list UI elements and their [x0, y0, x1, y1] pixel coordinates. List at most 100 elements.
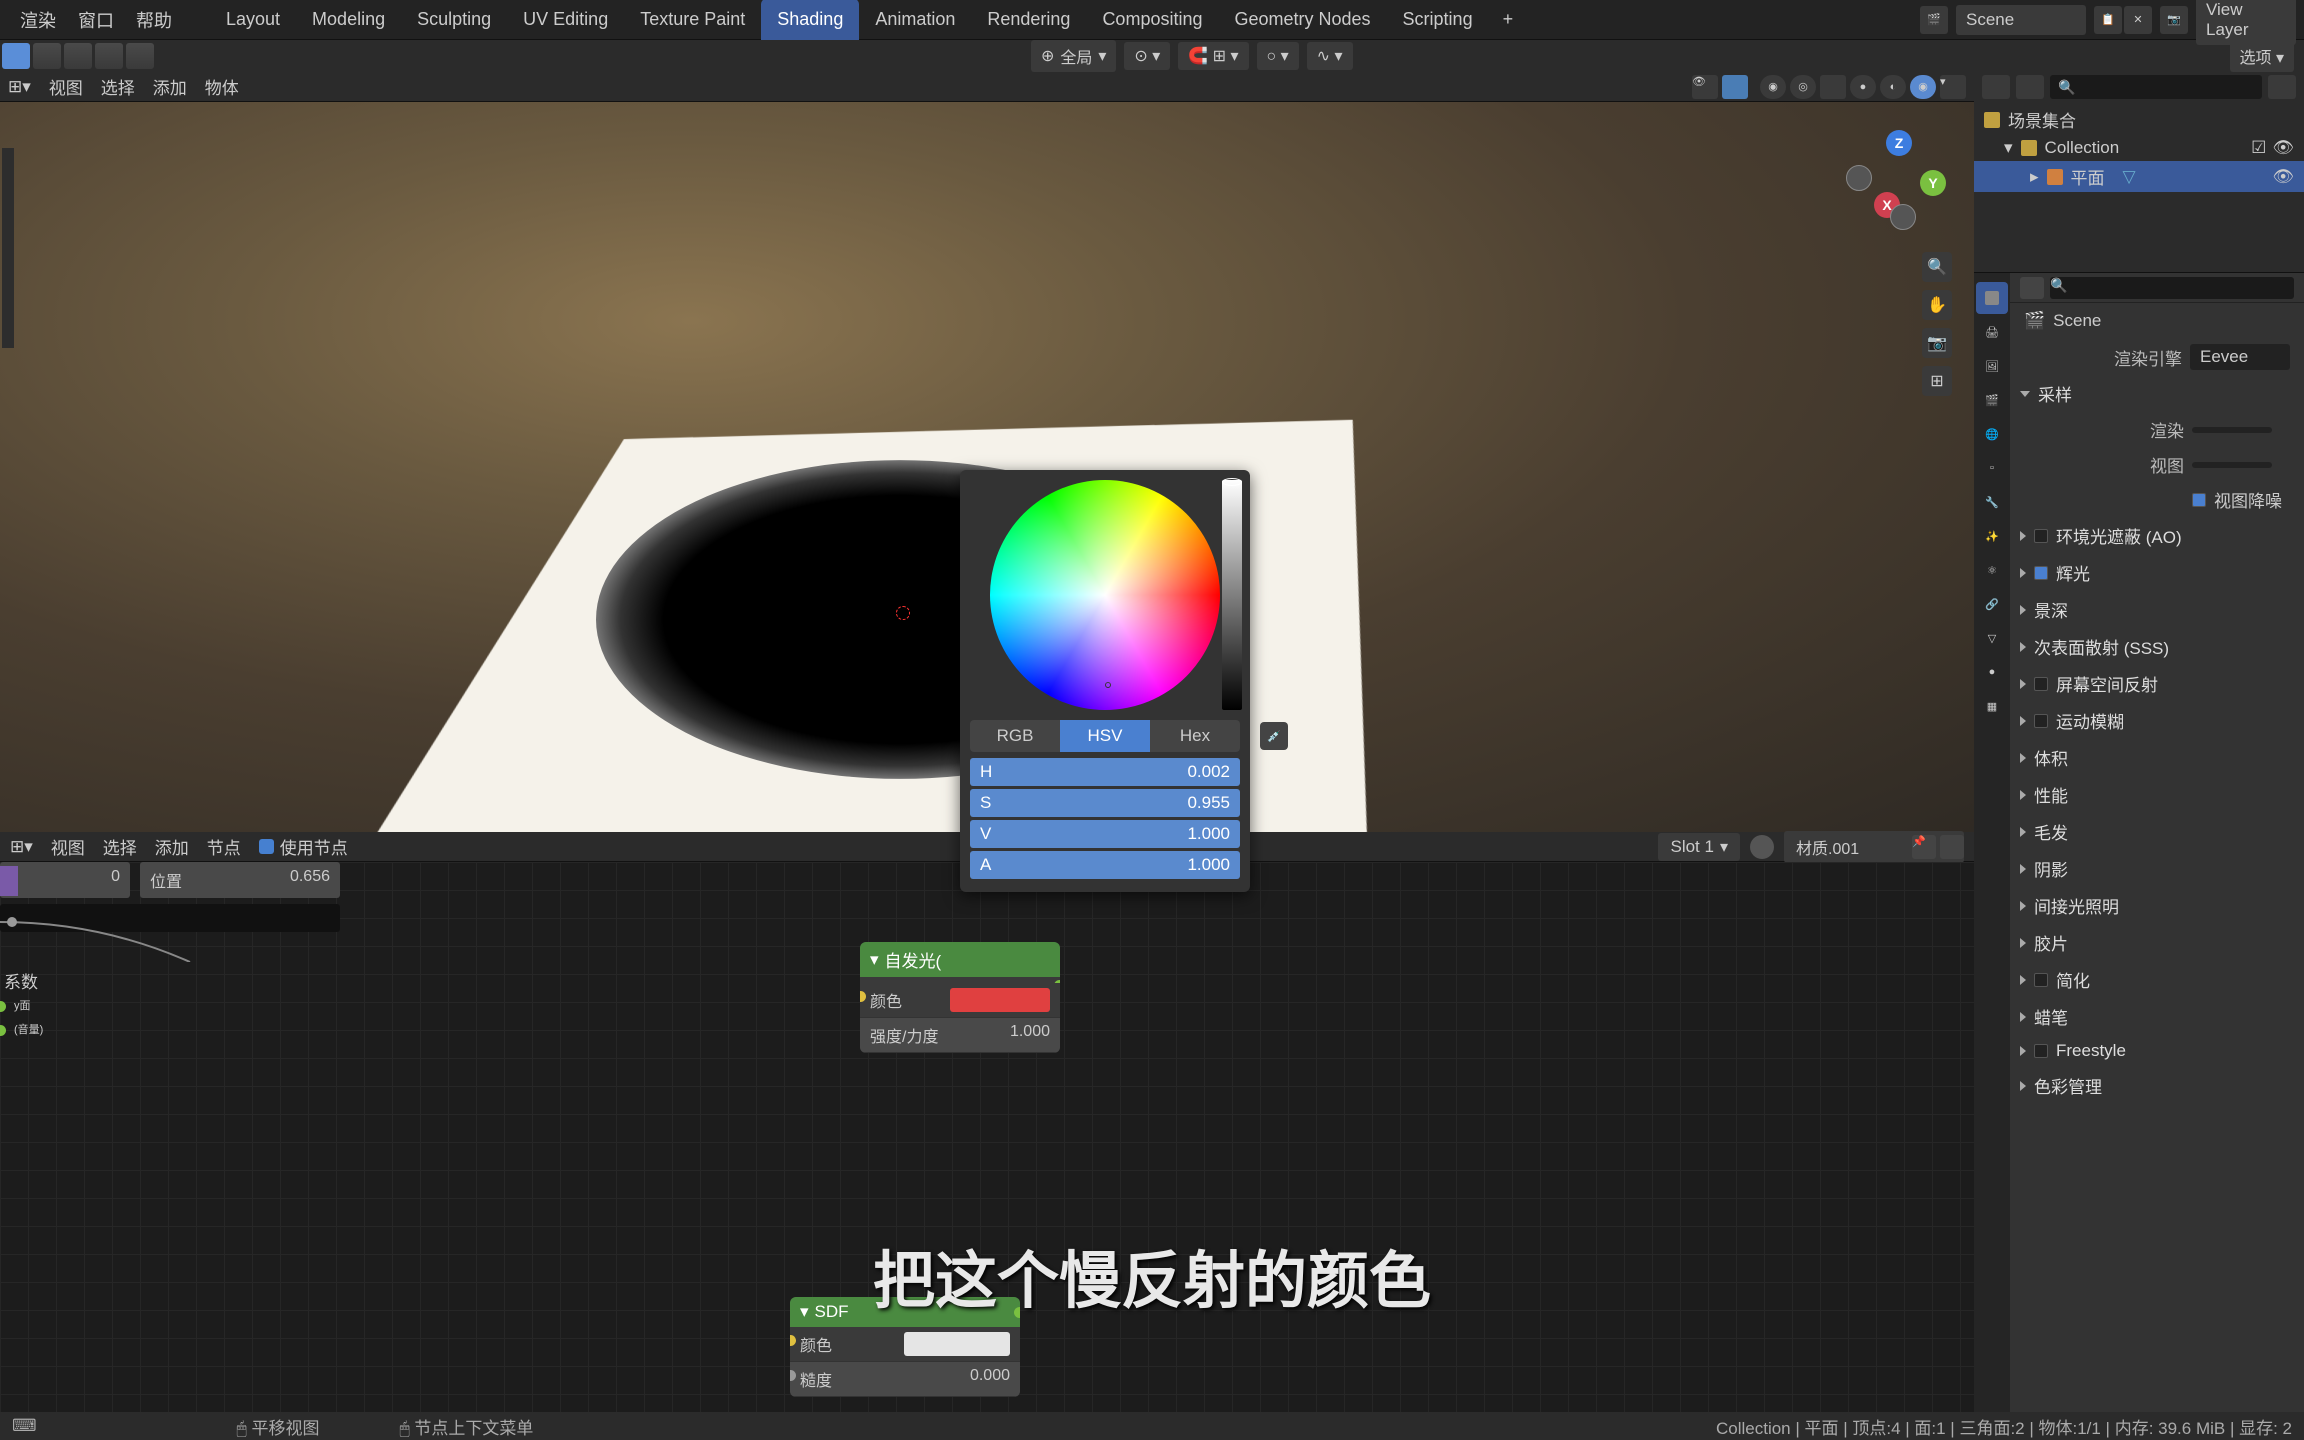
collection-exclude-checkbox[interactable]: ☑: [2251, 138, 2266, 158]
alpha-field[interactable]: A1.000: [970, 851, 1240, 879]
axis-z-icon[interactable]: Z: [1886, 130, 1912, 156]
outliner-display-mode[interactable]: [2016, 75, 2044, 99]
scene-icon[interactable]: 🎬: [1920, 6, 1948, 34]
outliner-filter-icon[interactable]: [2268, 75, 2296, 99]
roughness-value[interactable]: 0.000: [970, 1367, 1010, 1391]
navigation-gizmo[interactable]: Z Y X: [1846, 130, 1946, 230]
options-dropdown[interactable]: 选项 ▾: [2230, 40, 2295, 72]
gizmo-toggle-icon[interactable]: [1722, 75, 1748, 99]
color-wheel[interactable]: [990, 480, 1220, 710]
tab-modeling[interactable]: Modeling: [296, 0, 401, 40]
overlays-icon[interactable]: ◉: [1760, 75, 1786, 99]
props-editor-selector[interactable]: [2020, 277, 2044, 299]
orientation-dropdown[interactable]: ⊕ 全局 ▾: [1031, 40, 1116, 72]
ssr-header[interactable]: 屏幕空间反射: [2010, 665, 2304, 702]
vp-menu-select[interactable]: 选择: [101, 74, 135, 99]
pin-icon[interactable]: 📌: [1912, 835, 1936, 859]
perspective-icon[interactable]: ⊞: [1922, 366, 1952, 396]
ne-menu-select[interactable]: 选择: [103, 834, 137, 859]
tab-layout[interactable]: Layout: [210, 0, 296, 40]
tab-sculpting[interactable]: Sculpting: [401, 0, 507, 40]
shading-render-icon[interactable]: ◉: [1910, 75, 1936, 99]
indirect-header[interactable]: 间接光照明: [2010, 887, 2304, 924]
tab-compositing[interactable]: Compositing: [1086, 0, 1218, 40]
shading-dropdown-icon[interactable]: ▾: [1940, 75, 1966, 99]
axis-neg-y-icon[interactable]: [1846, 165, 1872, 191]
material-slot-dropdown[interactable]: Slot 1 ▾: [1658, 833, 1740, 861]
tab-hsv[interactable]: HSV: [1060, 720, 1150, 752]
shading-material-icon[interactable]: ◐: [1880, 75, 1906, 99]
scene-name-field[interactable]: Scene: [1956, 5, 2086, 35]
add-workspace-button[interactable]: +: [1489, 0, 1528, 40]
toolbar-handle[interactable]: [2, 148, 14, 348]
tab-constraint-icon[interactable]: 🔗: [1976, 588, 2008, 620]
ao-header[interactable]: 环境光遮蔽 (AO): [2010, 517, 2304, 554]
ne-menu-add[interactable]: 添加: [155, 834, 189, 859]
viewlayer-icon[interactable]: 📷: [2160, 6, 2188, 34]
tab-shading[interactable]: Shading: [761, 0, 859, 40]
vp-editor-selector-icon[interactable]: ⊞▾: [8, 77, 31, 97]
ne-menu-node[interactable]: 节点: [207, 834, 241, 859]
menu-window[interactable]: 窗口: [78, 7, 114, 33]
saturation-field[interactable]: S0.955: [970, 789, 1240, 817]
motion-header[interactable]: 运动模糊: [2010, 702, 2304, 739]
outliner-search-input[interactable]: 🔍: [2050, 75, 2262, 99]
viewport-denoise-checkbox[interactable]: [2192, 493, 2206, 507]
mode-move-icon[interactable]: [64, 43, 92, 69]
sss-header[interactable]: 次表面散射 (SSS): [2010, 628, 2304, 665]
socket-surface-in[interactable]: [0, 1001, 6, 1012]
dof-header[interactable]: 景深: [2010, 591, 2304, 628]
socket-volume-in[interactable]: [0, 1025, 6, 1036]
tab-geometry-nodes[interactable]: Geometry Nodes: [1218, 0, 1386, 40]
mode-cursor-icon[interactable]: [33, 43, 61, 69]
snap-dropdown[interactable]: 🧲 ⊞ ▾: [1178, 42, 1248, 70]
tab-scripting[interactable]: Scripting: [1387, 0, 1489, 40]
emission-node-header[interactable]: ▾ 自发光(: [860, 942, 1060, 977]
mode-select-icon[interactable]: [2, 43, 30, 69]
color-output-node-fragment[interactable]: [0, 866, 18, 896]
viewport-samples-field[interactable]: [2192, 462, 2272, 468]
scene-new-button[interactable]: 📋: [2094, 6, 2122, 34]
value-field[interactable]: V1.000: [970, 820, 1240, 848]
tab-render-icon[interactable]: [1976, 282, 2008, 314]
bsdf-color-swatch[interactable]: [904, 1332, 1010, 1356]
collection-visibility-icon[interactable]: 👁: [2272, 138, 2294, 158]
position-value[interactable]: 0.656: [290, 868, 330, 892]
axis-neg-z-icon[interactable]: [1890, 204, 1916, 230]
axis-y-icon[interactable]: Y: [1920, 170, 1946, 196]
tab-viewlayer-icon[interactable]: 🖼: [1976, 350, 2008, 382]
tab-material-icon[interactable]: ●: [1976, 656, 2008, 688]
shading-wire-icon[interactable]: [1820, 75, 1846, 99]
tab-animation[interactable]: Animation: [859, 0, 971, 40]
performance-header[interactable]: 性能: [2010, 776, 2304, 813]
bloom-header[interactable]: 辉光: [2010, 554, 2304, 591]
strength-value[interactable]: 1.000: [1010, 1023, 1050, 1047]
tab-texture-icon[interactable]: ▦: [1976, 690, 2008, 722]
greasepencil-header[interactable]: 蜡笔: [2010, 998, 2304, 1035]
ne-menu-view[interactable]: 视图: [51, 834, 85, 859]
node-canvas[interactable]: 0 位置0.656 系数 ▾ 自发光( 颜色: [0, 862, 1974, 1412]
simplify-header[interactable]: 简化: [2010, 961, 2304, 998]
outliner-collection[interactable]: ▾ Collection ☑ 👁: [1974, 135, 2304, 161]
menu-help[interactable]: 帮助: [136, 7, 172, 33]
tab-physics-icon[interactable]: ⚛: [1976, 554, 2008, 586]
mode-rotate-icon[interactable]: [95, 43, 123, 69]
vp-menu-object[interactable]: 物体: [205, 74, 239, 99]
use-nodes-checkbox[interactable]: [259, 839, 274, 854]
render-samples-field[interactable]: [2192, 427, 2272, 433]
zoom-icon[interactable]: 🔍: [1922, 252, 1952, 282]
xray-icon[interactable]: ◎: [1790, 75, 1816, 99]
pan-icon[interactable]: ✋: [1922, 290, 1952, 320]
tab-modifier-icon[interactable]: 🔧: [1976, 486, 2008, 518]
freestyle-header[interactable]: Freestyle: [2010, 1035, 2304, 1067]
color-management-header[interactable]: 色彩管理: [2010, 1067, 2304, 1104]
tab-uv-editing[interactable]: UV Editing: [507, 0, 624, 40]
mode-scale-icon[interactable]: [126, 43, 154, 69]
viewlayer-field[interactable]: View Layer: [2196, 0, 2296, 45]
emission-node[interactable]: ▾ 自发光( 颜色 强度/力度1.000: [860, 942, 1060, 1053]
outliner-plane-object[interactable]: ▸ 平面 ▽ 👁: [1974, 161, 2304, 192]
tab-rgb[interactable]: RGB: [970, 720, 1060, 752]
sampling-header[interactable]: 采样: [2010, 375, 2304, 412]
outliner-scene-collection[interactable]: 场景集合: [1974, 104, 2304, 135]
menu-render[interactable]: 渲染: [20, 7, 56, 33]
